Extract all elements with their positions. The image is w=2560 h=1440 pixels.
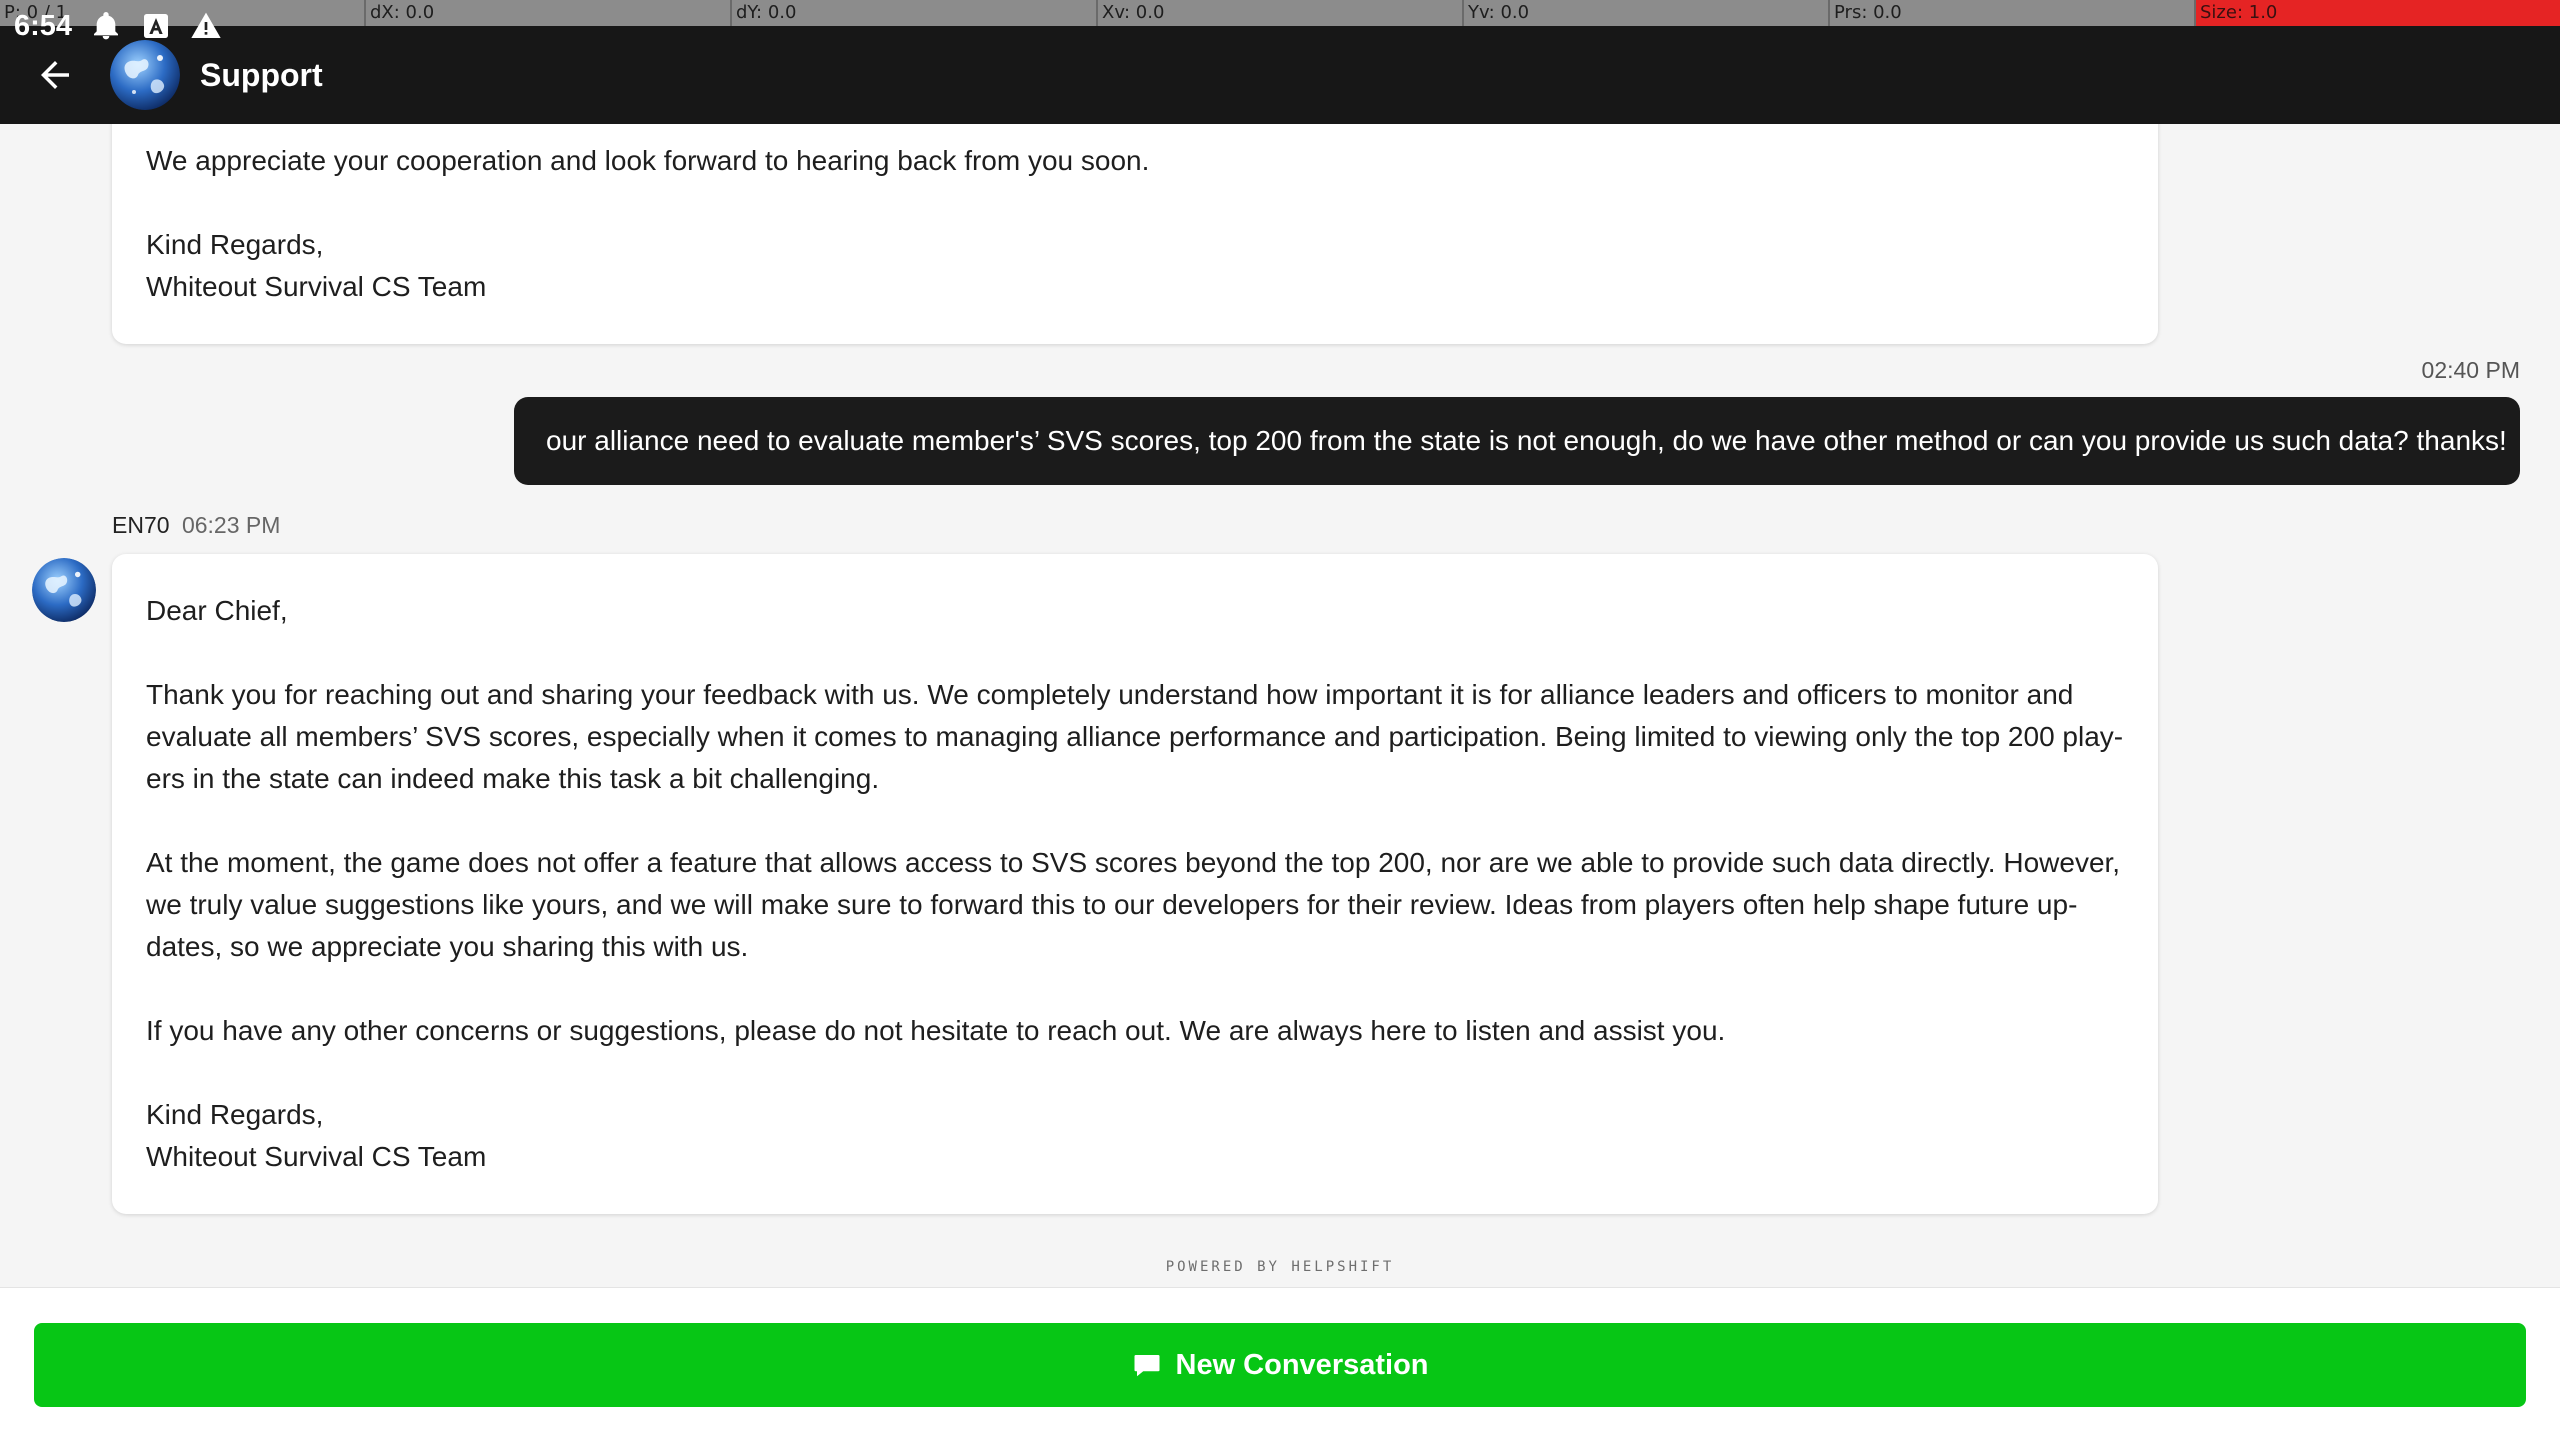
user-message-time: 02:40 PM	[2421, 357, 2520, 383]
message-paragraph: Dear Chief,	[146, 595, 288, 626]
message-paragraph: We appreciate your cooperation and look …	[146, 145, 1150, 176]
user-message: our alliance need to evaluate member's’ …	[514, 397, 2520, 485]
new-conversation-button[interactable]: New Conversation	[34, 1323, 2526, 1407]
globe-icon	[32, 558, 96, 622]
page-title: Support	[200, 56, 323, 93]
agent-name: EN70	[112, 512, 170, 538]
message-paragraph: If you have any other concerns or sugges…	[146, 1015, 1726, 1046]
message-paragraph: Thank you for reaching out and sharing y…	[146, 679, 2124, 794]
agent-message-previous: We appreciate your cooperation and look …	[112, 124, 2158, 344]
back-button[interactable]	[24, 44, 86, 106]
debug-xv: Xv: 0.0	[1096, 0, 1462, 26]
support-avatar[interactable]	[110, 40, 180, 110]
new-conversation-label: New Conversation	[1175, 1348, 1429, 1381]
debug-dx: dX: 0.0	[364, 0, 730, 26]
agent-message: Dear Chief, Thank you for reaching out a…	[112, 554, 2158, 1214]
agent-sender-line: EN70 06:23 PM	[112, 512, 280, 539]
notification-bell-icon	[90, 10, 122, 42]
agent-avatar	[32, 558, 96, 622]
arrow-left-icon	[41, 61, 69, 89]
agent-message-time: 06:23 PM	[181, 512, 281, 538]
message-paragraph: At the moment, the game does not offer a…	[146, 847, 2121, 962]
message-paragraph: Kind Regards,	[146, 1099, 324, 1130]
debug-dy: dY: 0.0	[730, 0, 1096, 26]
footer: New Conversation	[0, 1287, 2560, 1440]
debug-yv: Yv: 0.0	[1462, 0, 1828, 26]
app-store-icon	[140, 10, 172, 42]
warning-icon	[190, 10, 222, 42]
debug-pressure: Prs: 0.0	[1828, 0, 2194, 26]
conversation-thread[interactable]: We appreciate your cooperation and look …	[0, 124, 2560, 1287]
powered-by-label: POWERED BY HELPSHIFT	[1165, 1259, 1395, 1275]
status-time: 6:54	[14, 9, 73, 42]
debug-size: Size: 1.0	[2194, 0, 2560, 26]
app-header: Support	[0, 26, 2560, 124]
pointer-debug-bar: P: 0 / 1 dX: 0.0 dY: 0.0 Xv: 0.0 Yv: 0.0…	[0, 0, 2560, 26]
status-bar: 6:54	[14, 4, 222, 48]
globe-icon	[110, 40, 180, 110]
message-paragraph: Whiteout Survival CS Team	[146, 1141, 487, 1172]
message-paragraph: Whiteout Survival CS Team	[146, 271, 487, 302]
chat-bubble-icon	[1132, 1350, 1162, 1380]
message-paragraph: Kind Regards,	[146, 229, 324, 260]
